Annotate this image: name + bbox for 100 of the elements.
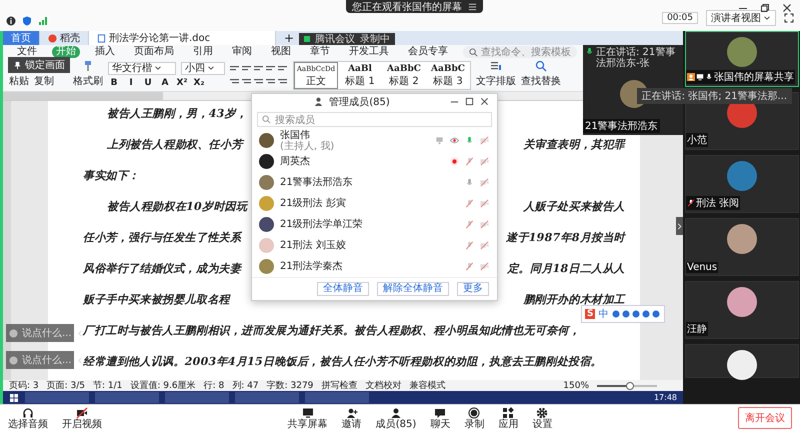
document-text: 厂打工时与被告人王鹏刚相识，进而发展为通奸关系。被告人程勋权、程小明虽知此情也无可奈何， [83,324,580,338]
document-text: 任小芳，强行与任发生了性关系 [83,230,242,245]
view-mode-dropdown[interactable]: 演讲者视图 [706,10,776,26]
style-preset[interactable]: AaBbC 标题 2 [382,62,426,89]
participant-name: 刑法 张阅 [696,196,740,210]
ime-logo: S [585,309,596,319]
format-painter-button[interactable]: 格式刷 [73,60,103,91]
ime-mode[interactable]: 中 [598,307,608,321]
zoom-level: 150% [563,380,589,391]
member-role: (主持人, 我) [280,140,334,152]
participant-name: 汪静 [687,323,707,336]
recording-label: 录制中 [360,32,390,46]
speaking-label: 正在讲话: 21警事法邢浩东-张 [596,47,676,69]
panel-button[interactable]: 解除全体静音 [377,282,449,296]
status-item: 行: 8 [204,380,224,392]
document-text: 上列被告人程勋权、任小芳 [106,138,243,152]
document-text: 事实如下： [83,168,140,183]
member-row[interactable]: 21刑法 刘玉姣 [252,235,497,256]
toolbar-button[interactable]: 成员(85) [376,406,416,430]
member-row[interactable]: 21级刑法 彭寅 [252,193,497,214]
video-tile[interactable]: 汪静 [685,281,799,339]
menu-tab[interactable]: 章节 [306,46,334,58]
document-tab[interactable]: 刑法学分论第一讲.doc [89,31,276,45]
video-tile[interactable]: 张国伟的屏幕共享 [685,31,799,87]
meeting-timer: 00:05 [662,12,698,24]
member-name: 张国伟 [280,130,311,140]
document-text: 风俗举行了结婚仪式，成为夫妻 [83,262,242,276]
toolbar-button[interactable]: 共享屏幕 [288,406,328,430]
member-name: 周英杰 [280,156,310,167]
menu-tab[interactable]: 审阅 [228,46,256,58]
status-item: 列: 47 [232,380,259,392]
member-row[interactable]: 张国伟 (主持人, 我) [252,130,497,151]
text-layout-button[interactable]: 文字排版 [476,60,516,91]
format-button[interactable]: U [142,78,154,89]
participant-name: 张国伟的屏幕共享 [714,70,794,84]
meeting-name: 腾讯会议 [315,32,355,46]
document-tab[interactable]: 首页 [3,31,40,45]
style-preset[interactable]: AaBl 标题 1 [338,62,382,89]
toolbar-button[interactable]: 开启视频 [62,406,102,430]
member-row[interactable]: 周英杰 [252,151,497,172]
document-text: 被告人王鹏刚，男，43岁， [106,106,248,121]
format-button[interactable]: A [159,78,171,89]
status-button[interactable]: 拼写检查 [321,379,358,392]
toolbar-button[interactable]: 邀请 [342,406,362,430]
toolbar-button[interactable]: 应用 [498,406,518,430]
document-text: 经常遭到他人讥讽。2003年4月15日晚饭后，被告人任小芳不听程勋权的劝阻，执意去王鹏刚处投宿。 [83,354,602,369]
speaking-toast: 正在讲话: 张国伟; 21警事法那... [636,88,792,104]
format-button[interactable]: X₂ [193,78,205,89]
member-row[interactable]: 21级刑法学单江荣 [252,214,497,235]
panel-title: 管理成员(85) [329,96,390,108]
paste-button[interactable]: 粘贴 [9,74,29,91]
participant-name: 小范 [687,134,707,147]
video-tile[interactable]: 刑法 张阅 [685,155,799,213]
taskbar-clock: 17:48 [654,393,677,402]
font-size-dropdown[interactable]: 小四 [181,62,225,75]
new-tab-button[interactable]: + [276,31,302,45]
toolbar-button[interactable]: 录制 [464,406,484,430]
style-preset[interactable]: AaBbC 标题 3 [426,62,470,89]
menu-tab[interactable]: 会员专享 [404,46,452,58]
status-item: 字数: 3279 [266,380,314,392]
status-button[interactable]: 兼容模式 [409,379,446,392]
status-button[interactable]: 文档校对 [365,379,402,392]
panel-button[interactable]: 全体静音 [317,282,369,296]
leave-meeting-button[interactable]: 离开会议 [738,407,792,429]
member-name: 21刑法学秦杰 [280,261,343,272]
copy-button[interactable]: 复制 [34,74,54,91]
document-text: 定。同月18日二人从人 [507,262,625,276]
format-button[interactable]: X² [176,78,188,89]
menu-tab[interactable]: 视图 [267,46,295,58]
member-search-field[interactable]: 搜索成员 [257,112,492,127]
menu-tab[interactable]: 页面布局 [130,46,178,58]
menu-tab[interactable]: 引用 [189,46,217,58]
format-button[interactable]: B [108,78,120,89]
format-button[interactable]: I [125,78,137,89]
member-name: 21警事法邢浩东 [280,177,353,188]
font-dropdown[interactable]: 华文行楷 [108,62,176,75]
status-item: 节: 1/1 [93,380,122,392]
toolbar-button[interactable]: 聊天 [430,406,450,430]
menu-tab[interactable]: 开发工具 [345,46,393,58]
member-name: 21刑法 刘玉姣 [280,240,346,251]
find-replace-button[interactable]: 查找替换 [521,60,561,91]
toolbar-button[interactable]: 设置 [532,406,552,430]
menu-tab[interactable]: 文件 [13,46,41,58]
panel-button[interactable]: 更多 [457,282,489,296]
document-text: 被告人程勋权在10岁时因玩 [106,200,248,214]
document-text: 关审查表明，其犯罪 [523,138,625,152]
status-item: 页面: 3/5 [46,380,86,392]
participant-name: 21警事法邢浩东 [583,119,660,133]
member-row[interactable]: 21刑法学秦杰 [252,256,497,277]
member-row[interactable]: 21警事法邢浩东 [252,172,497,193]
document-text: 人贩子处买来被告人 [523,200,625,214]
viewing-notice: 您正在观看张国伟的屏幕 [346,0,483,13]
video-tile[interactable]: Venus [685,218,799,276]
toolbar-button[interactable]: 选择音频 [8,406,48,430]
document-text: 鹏刚开办的木材加工 [523,292,625,307]
lock-screen-tooltip[interactable]: 锁定画面 [8,57,70,73]
participant-name: Venus [687,262,718,273]
status-item: 设置值: 9.6厘米 [130,380,196,392]
menu-tab[interactable]: 插入 [91,46,119,58]
document-text: 遂于1987年8月按当时 [506,230,625,245]
